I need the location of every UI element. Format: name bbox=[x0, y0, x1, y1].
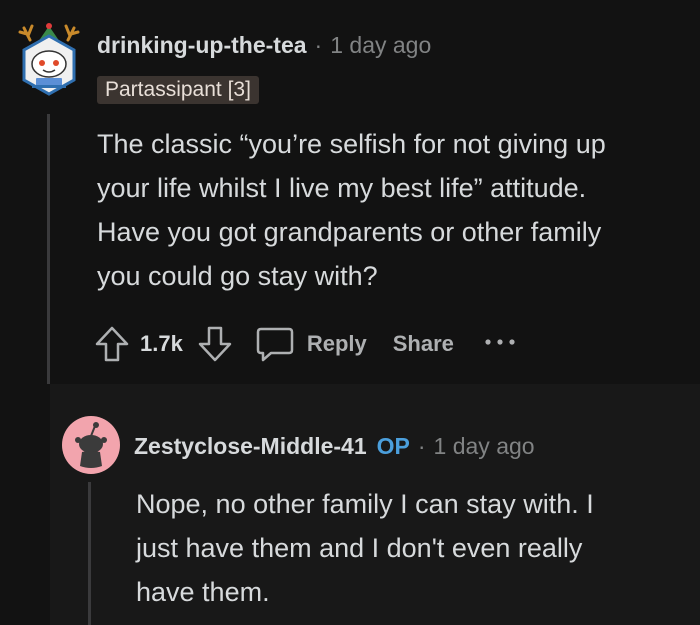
comment-body-line: just have them and I don't even really bbox=[136, 533, 583, 563]
snoo-avatar-with-antlers-icon[interactable] bbox=[18, 22, 80, 96]
comment-body: The classic “you’re selfish for not givi… bbox=[97, 122, 606, 298]
comment-meta: Zestyclose-Middle-41 OP · 1 day ago bbox=[134, 433, 535, 460]
timestamp[interactable]: 1 day ago bbox=[330, 32, 431, 59]
speech-bubble-icon bbox=[255, 324, 295, 364]
vote-count: 1.7k bbox=[140, 331, 183, 356]
comment-body: Nope, no other family I can stay with. I… bbox=[136, 482, 594, 614]
username[interactable]: Zestyclose-Middle-41 bbox=[134, 433, 367, 460]
comment-body-line: you could go stay with? bbox=[97, 261, 378, 291]
comment-actions: 1.7k Reply Share bbox=[94, 320, 516, 368]
reply-label: Reply bbox=[306, 331, 367, 356]
thread-line[interactable] bbox=[47, 114, 50, 384]
meta-separator: · bbox=[314, 32, 323, 58]
username[interactable]: drinking-up-the-tea bbox=[97, 32, 307, 59]
upvote-arrow-icon[interactable] bbox=[94, 325, 130, 363]
comment-body-line: have them. bbox=[136, 577, 270, 607]
ellipsis-icon[interactable] bbox=[484, 338, 516, 350]
op-badge: OP bbox=[376, 433, 410, 459]
comment-body-line: Nope, no other family I can stay with. I bbox=[136, 489, 594, 519]
comment-body-line: The classic “you’re selfish for not givi… bbox=[97, 129, 606, 159]
top-comment: drinking-up-the-tea · 1 day ago Partassi… bbox=[0, 0, 700, 384]
comment-body-line: Have you got grandparents or other famil… bbox=[97, 217, 602, 247]
comment-body-line: your life whilst I live my best life” at… bbox=[97, 173, 587, 203]
default-snoo-avatar-icon[interactable] bbox=[62, 416, 120, 474]
user-flair: Partassipant [3] bbox=[97, 76, 259, 104]
meta-separator: · bbox=[417, 433, 426, 459]
reply-comment: Zestyclose-Middle-41 OP · 1 day ago Nope… bbox=[50, 384, 700, 625]
thread-line[interactable] bbox=[88, 482, 91, 625]
downvote-arrow-icon[interactable] bbox=[197, 325, 233, 363]
reply-button[interactable]: Reply bbox=[255, 324, 367, 364]
timestamp[interactable]: 1 day ago bbox=[434, 433, 535, 460]
share-button[interactable]: Share bbox=[393, 331, 454, 357]
comment-meta: drinking-up-the-tea · 1 day ago bbox=[97, 32, 431, 59]
